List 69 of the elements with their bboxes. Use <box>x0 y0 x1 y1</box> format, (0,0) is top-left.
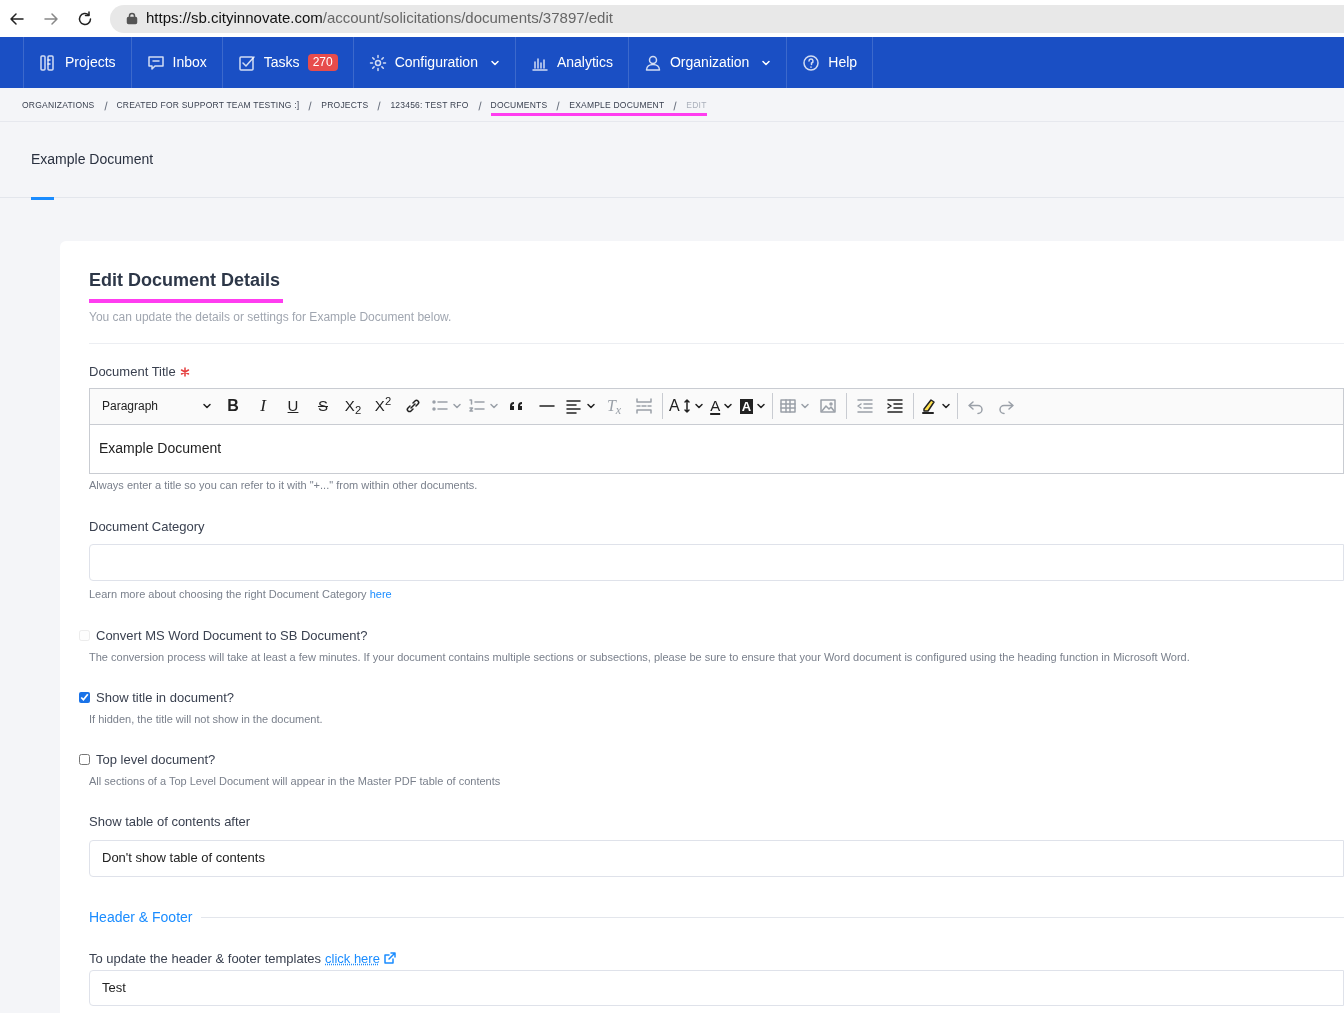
caret-icon <box>756 401 767 411</box>
field-label: Document Title <box>89 363 176 381</box>
count-badge: 270 <box>307 54 338 71</box>
help-text: All sections of a Top Level Document will appear in the Master PDF table of contents <box>89 773 502 789</box>
checkbox-label: Top level document? <box>96 751 216 769</box>
lock-icon <box>126 12 138 25</box>
slash-icon <box>672 100 679 111</box>
paragraph-style-dropdown[interactable]: Paragraph <box>96 392 218 420</box>
bold-button[interactable]: B <box>218 392 248 420</box>
ruler-icon <box>39 53 57 72</box>
field-label: Document Category <box>89 518 206 536</box>
help-text: The conversion process will take at least a few minutes. If your document contains multiple sections or subsections, please be sure to ensure that your Word document is configured using the heading function in Microsoft Word. <box>89 649 1191 665</box>
field-label: Show table of contents after <box>89 813 252 831</box>
align-left-icon[interactable] <box>565 397 583 415</box>
table-of-contents-select[interactable]: Don't show table of contents <box>89 839 1344 877</box>
checkbox-label: Show title in document? <box>96 689 235 707</box>
help-text: If hidden, the title will not show in the document. <box>89 711 324 727</box>
address-bar[interactable]: https://sb.cityinnovate.com/account/solicitations/documents/37897/edit <box>110 4 1344 33</box>
caret-icon <box>586 401 596 411</box>
link-icon[interactable] <box>404 397 422 415</box>
font-size-button[interactable]: A <box>666 392 707 420</box>
field-label: To update the header & footer templates <box>89 949 321 968</box>
slash-icon <box>102 100 109 111</box>
caret-icon <box>693 401 704 411</box>
help-text: Always enter a title so you can refer to it with "+..." from within other documents. <box>89 477 479 493</box>
section-heading: Header & Footer <box>89 907 193 927</box>
external-link-icon <box>382 951 397 966</box>
slash-icon <box>307 100 314 111</box>
caret-icon <box>452 401 462 411</box>
breadcrumb-link[interactable]: 123456: TEST RFO <box>390 99 469 112</box>
header-footer-select[interactable]: Test <box>89 970 1344 1006</box>
help-text: Learn more about choosing the right Document Category here <box>89 586 393 602</box>
breadcrumb-link[interactable]: DOCUMENTS <box>490 99 548 112</box>
editor-text: Example Document <box>98 439 223 458</box>
caret-icon <box>489 401 499 411</box>
slash-icon <box>476 100 483 111</box>
checkbox[interactable] <box>79 754 90 766</box>
breadcrumb-link[interactable]: CREATED FOR SUPPORT TEAM TESTING :] <box>116 99 300 112</box>
strikethrough-button[interactable]: S <box>308 392 338 420</box>
background-color-button[interactable]: A <box>736 392 770 420</box>
checkbox-label: Convert MS Word Document to SB Document? <box>96 627 368 645</box>
caret-icon <box>800 401 811 411</box>
help-icon <box>802 53 821 72</box>
gear-icon <box>368 53 387 72</box>
resize-arrow-icon <box>682 398 691 414</box>
slash-icon <box>555 100 562 111</box>
help-link[interactable]: here <box>369 587 392 600</box>
caret-icon <box>723 401 734 411</box>
checkbox-icon <box>237 53 256 72</box>
category-field[interactable] <box>89 543 1344 581</box>
subscript-button[interactable]: X$_{2}$ <box>338 392 368 420</box>
checkbox[interactable] <box>79 692 90 704</box>
superscript-button[interactable]: X$^{2}$ <box>368 392 398 420</box>
caret-icon <box>202 401 212 411</box>
indent-icon[interactable] <box>886 397 905 415</box>
underline-button[interactable]: U <box>278 392 308 420</box>
italic-button[interactable]: I <box>248 392 278 420</box>
slash-icon <box>376 100 383 111</box>
breadcrumb-link[interactable]: PROJECTS <box>321 99 369 112</box>
reload-icon[interactable] <box>76 9 94 28</box>
font-color-button[interactable]: A <box>706 392 737 420</box>
chat-icon <box>146 53 165 72</box>
section-title: Edit Document Details <box>88 269 282 292</box>
section-subtitle: You can update the details or settings for Example Document below. <box>89 308 1344 344</box>
breadcrumb-link[interactable]: EXAMPLE DOCUMENT <box>569 99 665 112</box>
page-tab[interactable]: Example Document <box>31 122 154 197</box>
caret-icon <box>941 401 952 411</box>
person-icon <box>643 53 662 72</box>
breadcrumb-link[interactable]: ORGANIZATIONS <box>22 99 95 112</box>
